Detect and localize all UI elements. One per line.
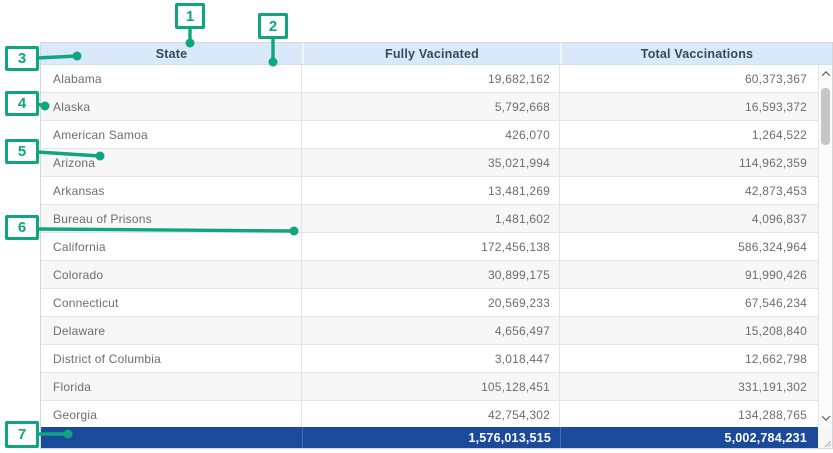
total-vaccinations-cell: 12,662,798: [560, 345, 818, 372]
table-row[interactable]: Colorado 30,899,175 91,990,426: [41, 261, 818, 289]
fully-vaccinated-cell: 4,656,497: [302, 317, 560, 344]
fully-vaccinated-cell: 1,481,602: [302, 205, 560, 232]
callout-badge-6: 6: [5, 215, 39, 240]
total-vaccinations-cell: 134,288,765: [560, 401, 818, 427]
fully-vaccinated-cell: 426,070: [302, 121, 560, 148]
table-row[interactable]: Bureau of Prisons 1,481,602 4,096,837: [41, 205, 818, 233]
grid-totals-row: 1,576,013,515 5,002,784,231: [41, 427, 832, 448]
grid-body: Alabama 19,682,162 60,373,367 Alaska 5,7…: [41, 65, 832, 427]
chevron-up-icon: [821, 71, 829, 79]
callout-badge-7: 7: [5, 421, 39, 448]
total-vaccinations-cell: 331,191,302: [560, 373, 818, 400]
fully-vaccinated-cell: 20,569,233: [302, 289, 560, 316]
table-row[interactable]: American Samoa 426,070 1,264,522: [41, 121, 818, 149]
state-cell: American Samoa: [41, 121, 302, 148]
state-cell: District of Columbia: [41, 345, 302, 372]
fully-vaccinated-cell: 172,456,138: [302, 233, 560, 260]
chevron-down-icon: [821, 412, 829, 420]
callout-badge-4: 4: [5, 91, 39, 116]
totals-state-cell: [41, 427, 302, 448]
totals-fully-vaccinated-cell: 1,576,013,515: [302, 427, 560, 448]
column-header-state[interactable]: State: [41, 43, 302, 64]
total-vaccinations-cell: 16,593,372: [560, 93, 818, 120]
state-cell: Alaska: [41, 93, 302, 120]
totals-total-vaccinations-cell: 5,002,784,231: [560, 427, 818, 448]
scroll-up-button[interactable]: [819, 67, 832, 81]
callout-badge-5: 5: [5, 139, 39, 164]
fully-vaccinated-cell: 35,021,994: [302, 149, 560, 176]
total-vaccinations-cell: 91,990,426: [560, 261, 818, 288]
table-row[interactable]: California 172,456,138 586,324,964: [41, 233, 818, 261]
fully-vaccinated-cell: 30,899,175: [302, 261, 560, 288]
total-vaccinations-cell: 586,324,964: [560, 233, 818, 260]
column-header-total-vaccinations[interactable]: Total Vaccinations: [560, 43, 832, 64]
table-row[interactable]: Delaware 4,656,497 15,208,840: [41, 317, 818, 345]
scroll-down-button[interactable]: [819, 411, 832, 425]
state-cell: Alabama: [41, 65, 302, 92]
resize-grip-icon: [822, 438, 831, 447]
annotated-data-grid-screenshot: State Fully Vacinated Total Vaccinations…: [0, 0, 833, 453]
state-cell: Arizona: [41, 149, 302, 176]
total-vaccinations-cell: 114,962,359: [560, 149, 818, 176]
total-vaccinations-cell: 4,096,837: [560, 205, 818, 232]
column-header-fully-vaccinated[interactable]: Fully Vacinated: [302, 43, 560, 64]
table-row[interactable]: Alabama 19,682,162 60,373,367: [41, 65, 818, 93]
state-cell: California: [41, 233, 302, 260]
state-cell: Georgia: [41, 401, 302, 427]
table-row[interactable]: Arkansas 13,481,269 42,873,453: [41, 177, 818, 205]
total-vaccinations-cell: 67,546,234: [560, 289, 818, 316]
total-vaccinations-cell: 15,208,840: [560, 317, 818, 344]
scrollbar-corner: [818, 427, 832, 448]
state-cell: Connecticut: [41, 289, 302, 316]
table-row[interactable]: Florida 105,128,451 331,191,302: [41, 373, 818, 401]
fully-vaccinated-cell: 105,128,451: [302, 373, 560, 400]
callout-badge-2: 2: [258, 13, 288, 39]
fully-vaccinated-cell: 5,792,668: [302, 93, 560, 120]
totals-row-background: 1,576,013,515 5,002,784,231: [41, 427, 818, 448]
callout-badge-1: 1: [175, 3, 205, 29]
callout-badge-3: 3: [5, 46, 39, 71]
state-cell: Florida: [41, 373, 302, 400]
state-cell: Delaware: [41, 317, 302, 344]
vertical-scrollbar[interactable]: [818, 65, 832, 427]
data-grid: State Fully Vacinated Total Vaccinations…: [41, 43, 832, 448]
total-vaccinations-cell: 1,264,522: [560, 121, 818, 148]
grid-header-row: State Fully Vacinated Total Vaccinations: [41, 43, 832, 65]
grid-rows: Alabama 19,682,162 60,373,367 Alaska 5,7…: [41, 65, 818, 427]
total-vaccinations-cell: 60,373,367: [560, 65, 818, 92]
table-row[interactable]: Georgia 42,754,302 134,288,765: [41, 401, 818, 427]
scrollbar-thumb[interactable]: [821, 88, 830, 145]
fully-vaccinated-cell: 19,682,162: [302, 65, 560, 92]
total-vaccinations-cell: 42,873,453: [560, 177, 818, 204]
table-row[interactable]: Alaska 5,792,668 16,593,372: [41, 93, 818, 121]
state-cell: Colorado: [41, 261, 302, 288]
state-cell: Bureau of Prisons: [41, 205, 302, 232]
fully-vaccinated-cell: 3,018,447: [302, 345, 560, 372]
table-row[interactable]: Arizona 35,021,994 114,962,359: [41, 149, 818, 177]
table-row[interactable]: District of Columbia 3,018,447 12,662,79…: [41, 345, 818, 373]
fully-vaccinated-cell: 13,481,269: [302, 177, 560, 204]
fully-vaccinated-cell: 42,754,302: [302, 401, 560, 427]
table-row[interactable]: Connecticut 20,569,233 67,546,234: [41, 289, 818, 317]
state-cell: Arkansas: [41, 177, 302, 204]
